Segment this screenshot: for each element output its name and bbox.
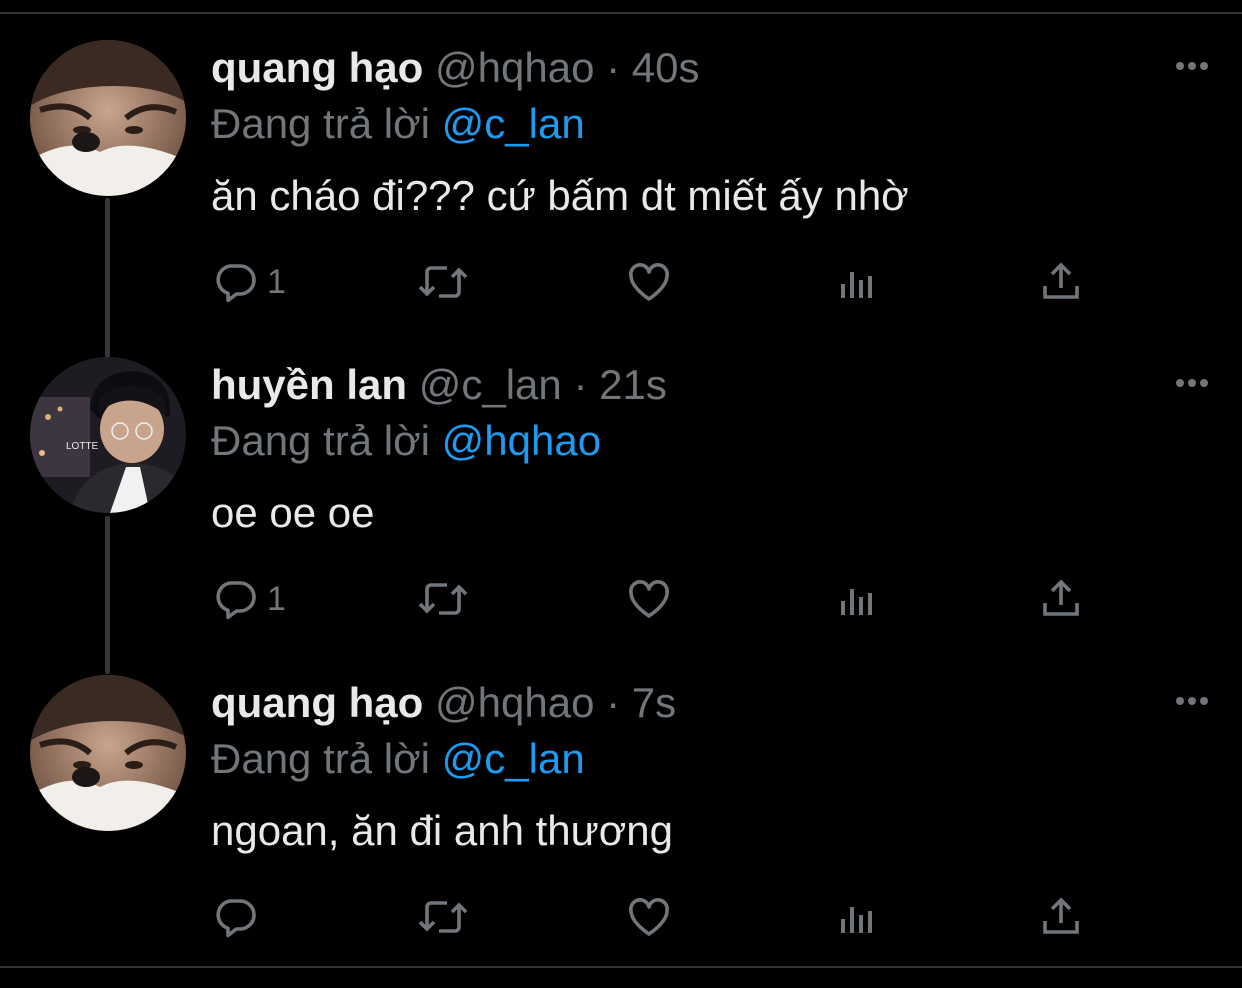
more-options-button[interactable] — [1172, 681, 1212, 721]
more-icon — [1176, 697, 1208, 705]
timestamp[interactable]: 40s — [632, 44, 700, 91]
heart-icon — [629, 898, 669, 936]
action-bar: 1 — [211, 254, 1111, 310]
replying-to: Đang trả lời @hqhao — [211, 413, 601, 469]
tweet-text: ngoan, ăn đi anh thương — [211, 807, 674, 854]
user-handle[interactable]: @hqhao — [435, 44, 594, 91]
separator-dot: · — [606, 679, 621, 726]
share-icon — [1043, 579, 1079, 616]
tweet-header: quang hạo @hqhao · 40s — [211, 40, 700, 96]
avatar[interactable] — [30, 675, 186, 831]
replying-label: Đang trả lời — [211, 417, 430, 464]
views-button[interactable] — [833, 889, 881, 945]
more-options-button[interactable] — [1172, 363, 1212, 403]
like-button[interactable] — [625, 889, 673, 945]
tweet[interactable]: quang hạo @hqhao · 7s Đang trả lời @c_la… — [0, 675, 1242, 938]
share-button[interactable] — [1037, 889, 1085, 945]
replying-to: Đang trả lời @c_lan — [211, 96, 585, 152]
tweet-text: ăn cháo đi??? cứ bấm dt miết ấy nhờ — [211, 172, 909, 219]
reply-button[interactable] — [211, 889, 267, 945]
reply-icon — [216, 899, 256, 938]
user-handle[interactable]: @c_lan — [419, 361, 562, 408]
tweet[interactable]: quang hạo @hqhao · 40s Đang trả lời @c_l… — [0, 40, 1242, 303]
retweet-icon — [418, 901, 468, 933]
analytics-icon — [841, 589, 872, 615]
heart-icon — [629, 580, 669, 618]
views-button[interactable] — [833, 254, 881, 310]
heart-icon — [629, 263, 669, 301]
more-icon — [1176, 379, 1208, 387]
separator-dot: · — [606, 44, 621, 91]
reply-icon — [216, 264, 256, 303]
avatar[interactable] — [30, 40, 186, 196]
timestamp[interactable]: 7s — [632, 679, 676, 726]
separator-dot: · — [573, 361, 588, 408]
more-options-button[interactable] — [1172, 46, 1212, 86]
reply-count: 1 — [267, 262, 286, 301]
action-bar — [211, 889, 1111, 945]
share-icon — [1043, 262, 1079, 299]
svg-text:LOTTE: LOTTE — [66, 441, 99, 452]
avatar[interactable]: LOTTE — [30, 357, 186, 513]
mention-link[interactable]: @c_lan — [442, 100, 585, 147]
display-name[interactable]: quang hạo — [211, 44, 423, 91]
replying-label: Đang trả lời — [211, 100, 430, 147]
analytics-icon — [841, 907, 872, 933]
action-bar: 1 — [211, 571, 1111, 627]
more-icon — [1176, 62, 1208, 70]
retweet-button[interactable] — [415, 254, 471, 310]
share-button[interactable] — [1037, 571, 1085, 627]
like-button[interactable] — [625, 254, 673, 310]
reply-button[interactable]: 1 — [211, 254, 286, 310]
reply-icon — [216, 581, 256, 620]
retweet-button[interactable] — [415, 889, 471, 945]
tweet-header: quang hạo @hqhao · 7s — [211, 675, 676, 731]
display-name[interactable]: huyền lan — [211, 361, 407, 408]
retweet-icon — [418, 583, 468, 615]
reply-count: 1 — [267, 579, 286, 618]
user-handle[interactable]: @hqhao — [435, 679, 594, 726]
mention-link[interactable]: @c_lan — [442, 735, 585, 782]
display-name[interactable]: quang hạo — [211, 679, 423, 726]
like-button[interactable] — [625, 571, 673, 627]
replying-label: Đang trả lời — [211, 735, 430, 782]
bottom-divider — [0, 966, 1242, 968]
timestamp[interactable]: 21s — [599, 361, 667, 408]
share-icon — [1043, 897, 1079, 934]
replying-to: Đang trả lời @c_lan — [211, 731, 585, 787]
top-divider — [0, 12, 1242, 14]
tweet-text: oe oe oe — [211, 489, 375, 536]
analytics-icon — [841, 272, 872, 298]
reply-button[interactable]: 1 — [211, 571, 286, 627]
retweet-icon — [418, 266, 468, 298]
mention-link[interactable]: @hqhao — [442, 417, 601, 464]
tweet-header: huyền lan @c_lan · 21s — [211, 357, 667, 413]
retweet-button[interactable] — [415, 571, 471, 627]
views-button[interactable] — [833, 571, 881, 627]
share-button[interactable] — [1037, 254, 1085, 310]
tweet[interactable]: LOTTE huyền lan @c_lan · 21s Đang trả lờ… — [0, 357, 1242, 620]
